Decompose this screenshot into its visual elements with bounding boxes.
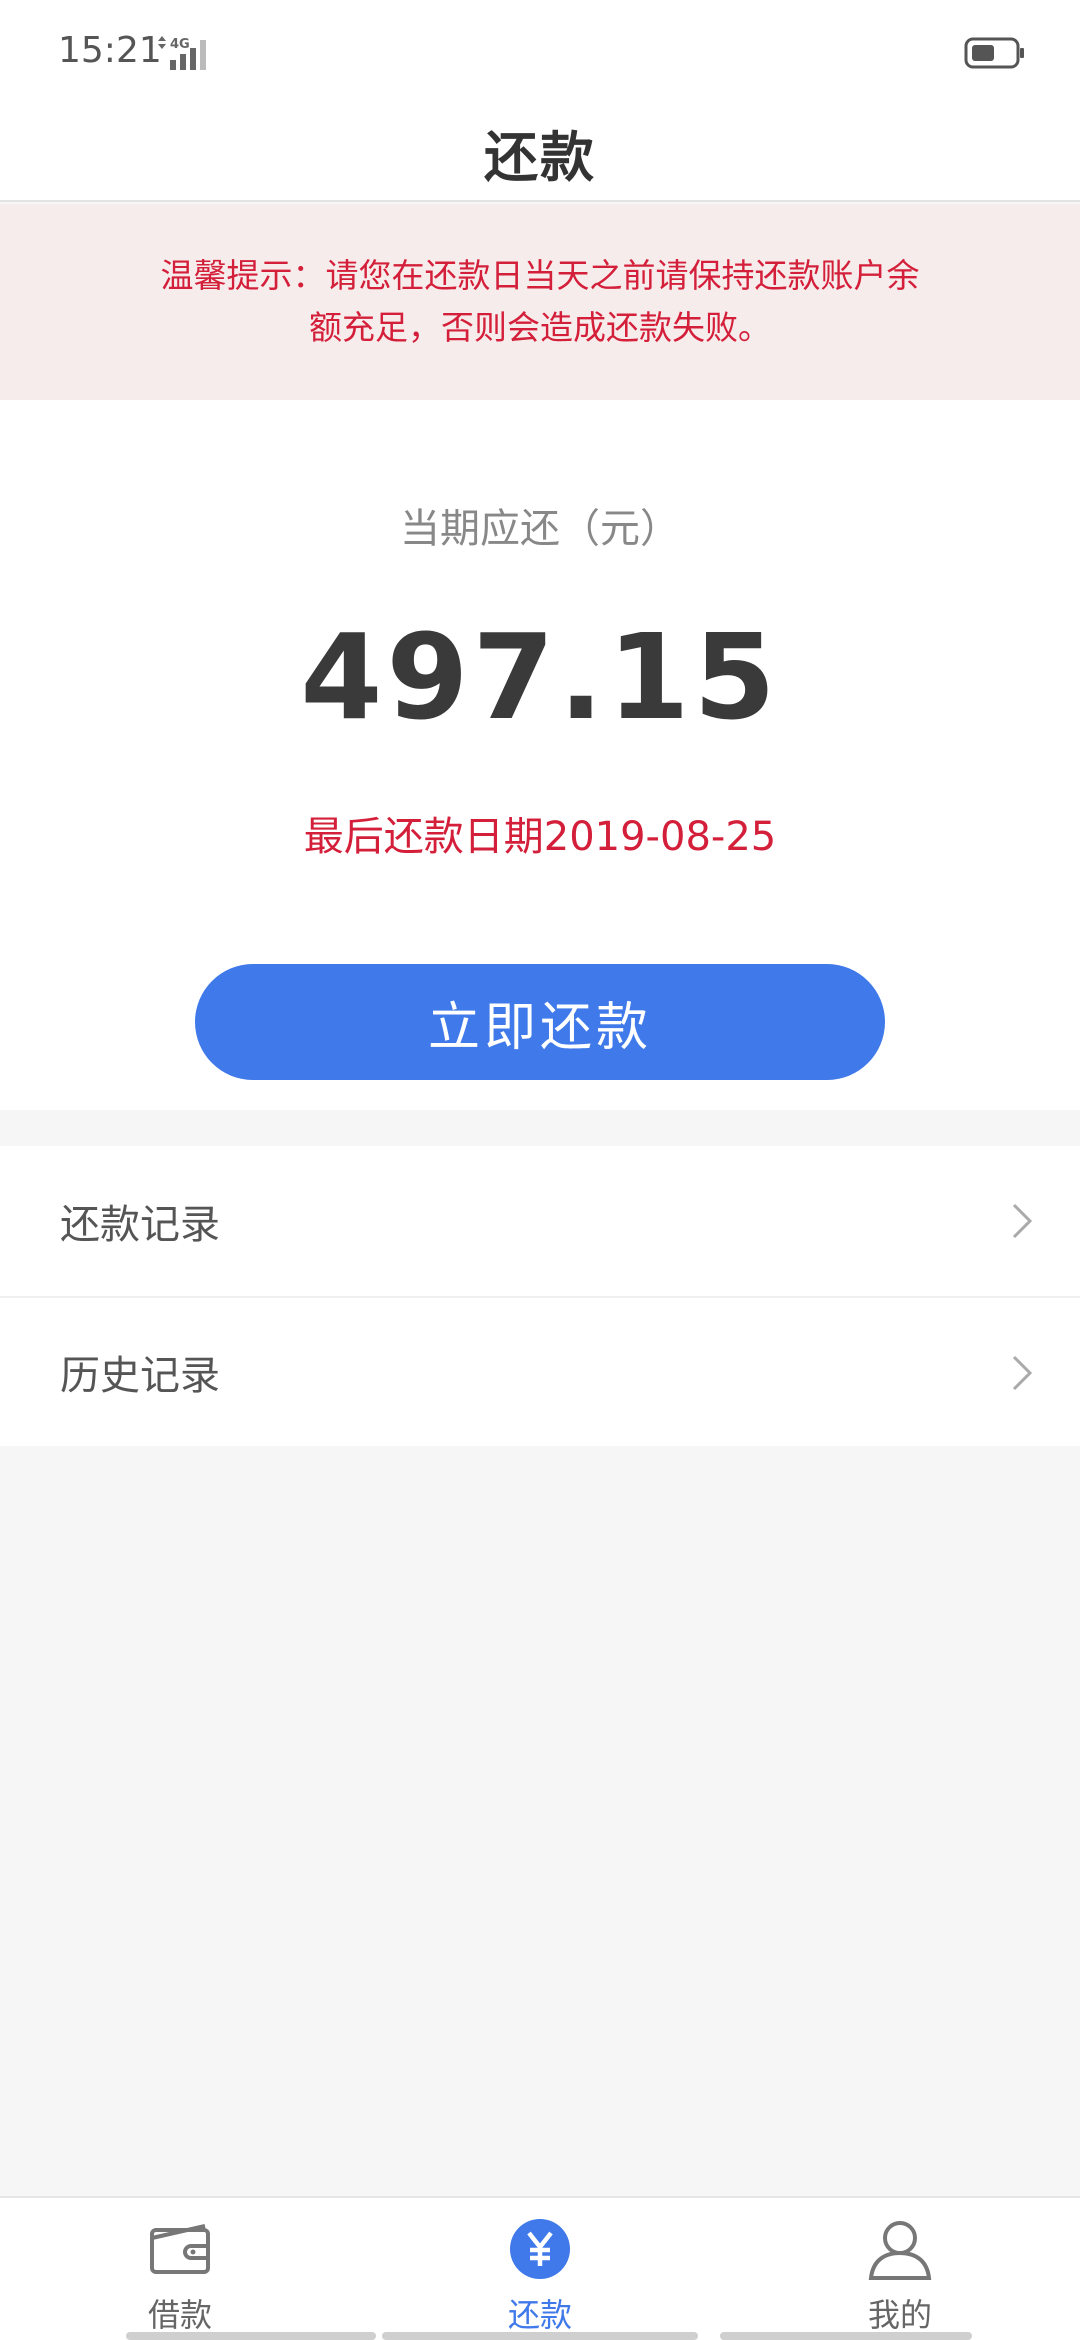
due-date: 最后还款日期2019-08-25 xyxy=(303,814,777,860)
user-icon xyxy=(868,2221,932,2280)
status-time: 15:21 xyxy=(58,30,162,71)
nav-item-borrow[interactable]: 借款 xyxy=(0,2198,376,2340)
nav-label: 我的 xyxy=(867,2296,932,2334)
amount-label: 当期应还（元） xyxy=(400,506,680,552)
amount-value: 497.15 xyxy=(300,608,780,746)
status-bar: 15:21 4G xyxy=(0,0,1080,104)
menu-list: 还款记录 历史记录 xyxy=(0,1146,1080,1446)
home-indicator-segment xyxy=(720,2332,972,2340)
home-indicator-segment xyxy=(382,2332,698,2340)
chevron-right-icon xyxy=(1012,1355,1033,1391)
menu-item-history-records[interactable]: 历史记录 xyxy=(0,1296,1080,1446)
menu-item-repayment-records[interactable]: 还款记录 xyxy=(0,1146,1080,1296)
nav-label: 还款 xyxy=(507,2296,572,2334)
notice-text: 温馨提示：请您在还款日当天之前请保持还款账户余额充足，否则会造成还款失败。 xyxy=(160,256,920,347)
menu-item-label: 历史记录 xyxy=(60,1353,220,1399)
repayment-card: 当期应还（元） 497.15 最后还款日期2019-08-25 立即还款 xyxy=(0,400,1080,1110)
bottom-nav: 借款 还款 我的 xyxy=(0,2196,1080,2340)
notice-banner: 温馨提示：请您在还款日当天之前请保持还款账户余额充足，否则会造成还款失败。 xyxy=(0,204,1080,400)
repay-now-button[interactable]: 立即还款 xyxy=(195,964,885,1080)
nav-item-mine[interactable]: 我的 xyxy=(720,2198,1080,2340)
nav-item-repay[interactable]: 还款 xyxy=(360,2198,720,2340)
wallet-icon xyxy=(150,2224,210,2274)
repayment-page: 15:21 4G 还款 温馨提示：请您在还款日当天之前请保持还款账户余额充足，否… xyxy=(0,0,1080,2340)
yen-circle-icon xyxy=(510,2219,570,2279)
chevron-right-icon xyxy=(1012,1203,1033,1239)
battery-icon xyxy=(964,37,1024,69)
home-indicator-segment xyxy=(126,2332,376,2340)
page-title: 还款 xyxy=(484,125,596,189)
signal-4g-icon: 4G xyxy=(158,36,206,70)
nav-label: 借款 xyxy=(147,2296,212,2334)
app-header: 还款 xyxy=(0,104,1080,202)
menu-item-label: 还款记录 xyxy=(60,1202,220,1248)
network-label: 4G xyxy=(170,37,190,52)
